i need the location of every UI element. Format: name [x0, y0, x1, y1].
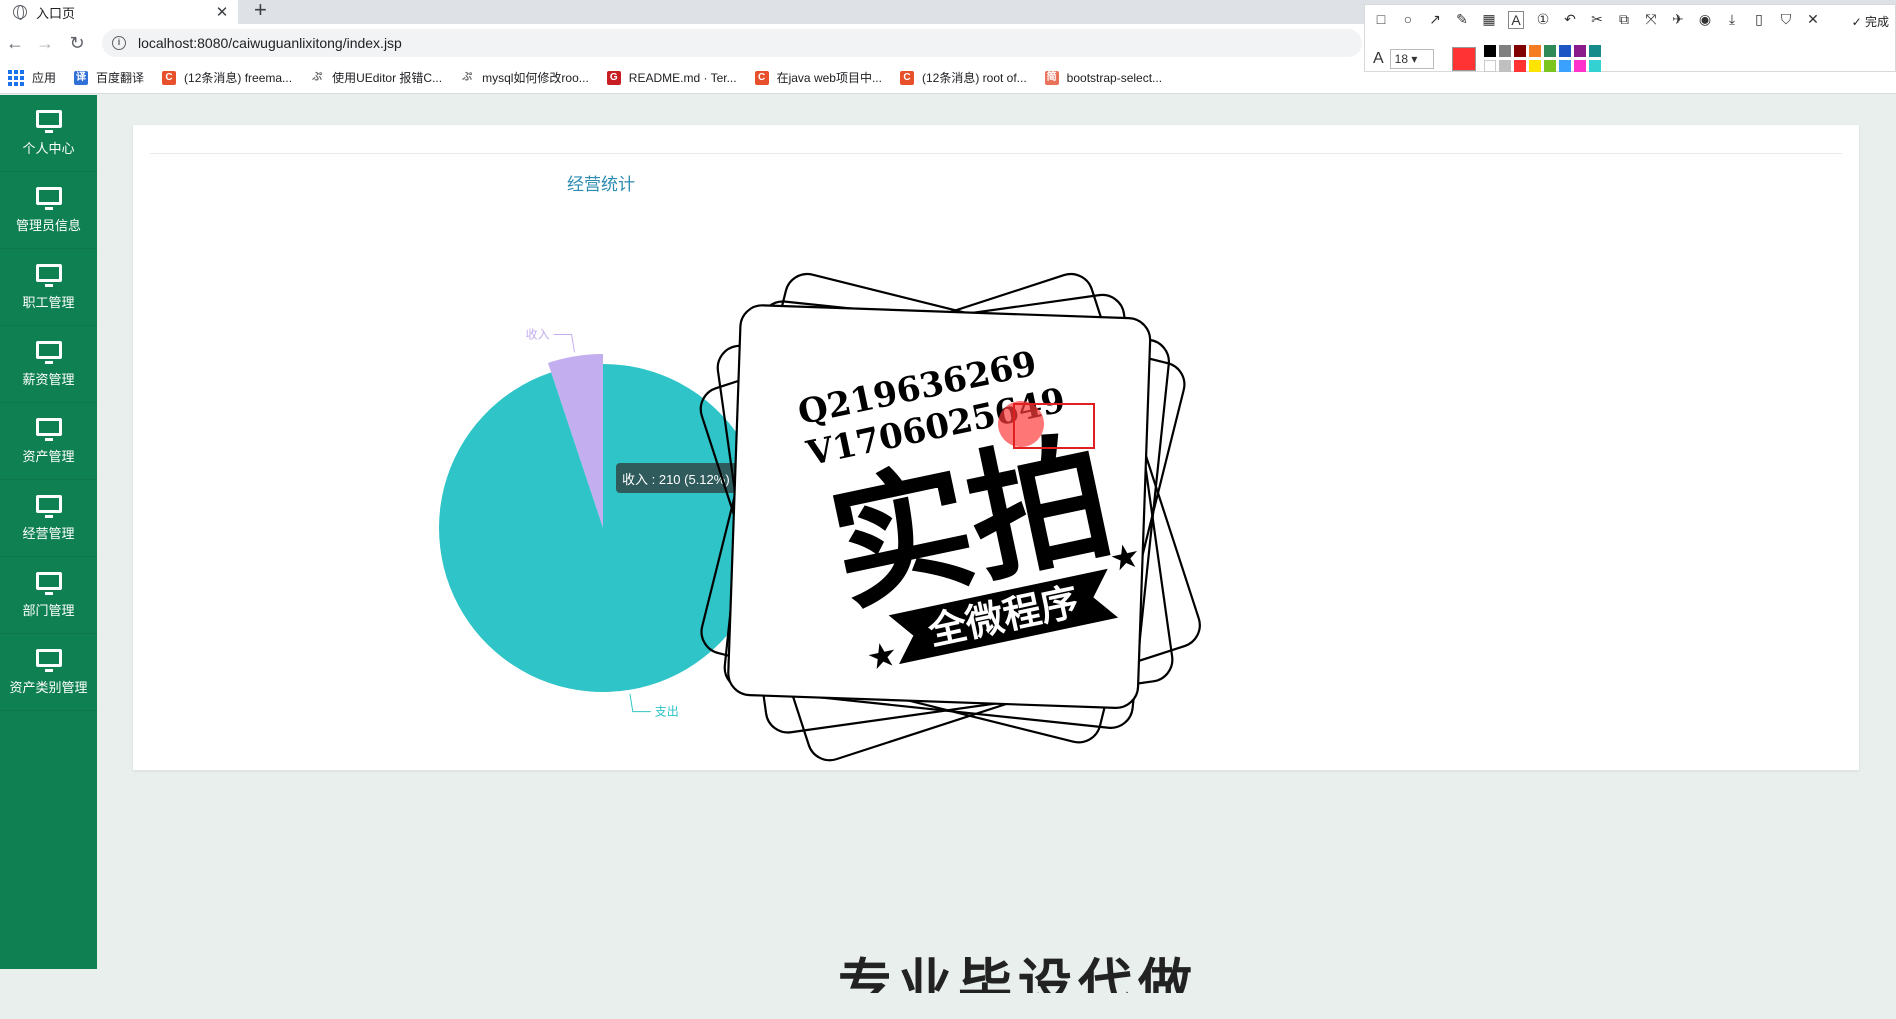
pie-label: 收入	[526, 328, 550, 342]
chart-overlay: 收入支出 收入 : 210 (5.12%)Q219636269V170602564…	[438, 272, 1201, 762]
pie-label-line	[553, 334, 575, 353]
bottom-heading: 专业毕设代做	[838, 955, 1198, 1015]
pie-slice	[438, 364, 767, 692]
tooltip-text: 收入 : 210 (5.12%)	[622, 472, 730, 487]
pie-label: 支出	[655, 705, 679, 719]
annotation-dot	[998, 401, 1044, 447]
pie-label-line	[629, 693, 651, 713]
watermark-stamp: Q219636269V1706025649实拍全微程序★★	[699, 272, 1201, 762]
